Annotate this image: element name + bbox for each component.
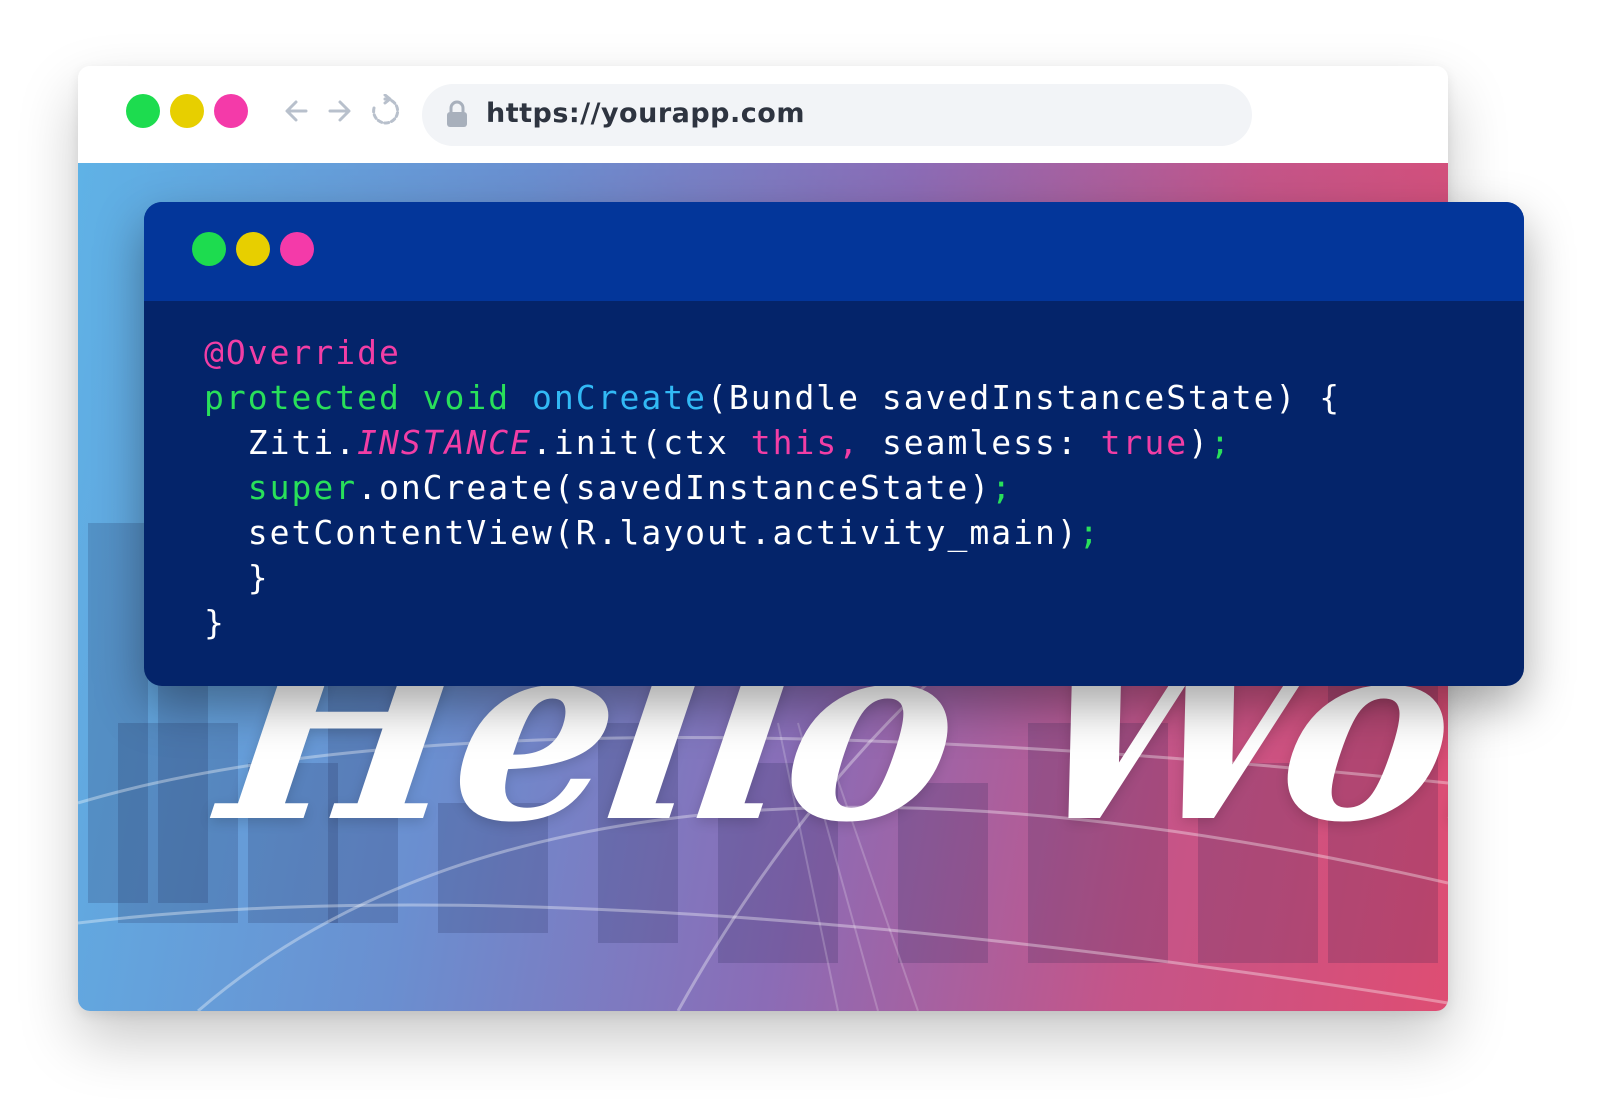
close-button[interactable] [126,94,160,128]
zoom-button[interactable] [214,94,248,128]
code-line: @Override [204,330,1484,375]
code-token: .onCreate(savedInstanceState) [357,468,992,507]
code-line: } [204,555,1484,600]
arrow-right-icon[interactable] [322,94,356,128]
arrow-left-icon[interactable] [280,94,314,128]
code-zoom-dot [280,232,314,266]
code-token: Ziti. [204,423,358,462]
code-window-header [144,202,1524,301]
minimize-button[interactable] [170,94,204,128]
code-token: onCreate [532,378,707,417]
code-block: @Override protected void onCreate(Bundle … [204,330,1484,645]
code-token: ; [991,468,1014,507]
code-token: ; [1078,513,1101,552]
code-token: super [204,468,358,507]
code-line: Ziti.INSTANCE.init(ctx this, seamless: t… [204,420,1484,465]
code-token: INSTANCE [357,423,533,462]
reload-icon[interactable] [368,94,402,128]
code-minimize-dot [236,232,270,266]
code-line: } [204,600,1484,645]
code-line: protected void onCreate(Bundle savedInst… [204,375,1484,420]
code-token: ) [1188,423,1210,462]
code-token: } [204,603,226,642]
code-close-dot [192,232,226,266]
browser-toolbar: https://yourapp.com [78,66,1448,163]
code-token: this, [750,423,882,462]
code-token: ; [1209,423,1232,462]
url-text[interactable]: https://yourapp.com [486,98,805,129]
code-token: .init(ctx [532,423,751,462]
code-token: true [1100,423,1189,462]
code-token: } [204,558,270,597]
code-line: super.onCreate(savedInstanceState); [204,465,1484,510]
code-token: (Bundle savedInstanceState) { [706,378,1342,417]
code-token: setContentView(R.layout.activity_main) [204,513,1079,552]
code-window: @Override protected void onCreate(Bundle … [144,202,1524,686]
code-token: @Override [204,333,401,372]
code-token: seamless: [881,423,1101,462]
code-line: setContentView(R.layout.activity_main); [204,510,1484,555]
address-bar[interactable]: https://yourapp.com [422,84,1252,146]
code-token: protected void [204,378,533,417]
lock-icon [447,100,467,127]
